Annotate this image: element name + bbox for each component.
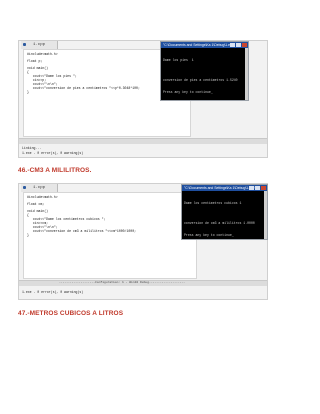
console-line: Press any key to continue_ xyxy=(163,90,213,94)
build-output: 1.exe - 0 error(s), 0 warning(s) xyxy=(19,287,267,299)
log-line: Linking... xyxy=(22,146,42,150)
code-line: void main() xyxy=(27,66,49,70)
maximize-icon[interactable] xyxy=(255,186,260,190)
scrollbar[interactable] xyxy=(245,48,248,100)
maximize-icon[interactable] xyxy=(236,43,241,47)
status-bar xyxy=(19,138,267,144)
console-line: conversion de cm3 a mililitros 1.0000 xyxy=(184,221,255,225)
tab-label: 1.cpp xyxy=(33,43,46,47)
console-window-2[interactable]: "C:\Documents and Settings\Ka 1\Debug\1.… xyxy=(181,184,268,240)
build-config-text: --------------------Configuration: 1 - W… xyxy=(59,281,186,284)
window-controls xyxy=(230,43,247,47)
code-line: } xyxy=(27,90,29,94)
log-line: 1.exe - 0 error(s), 0 warning(s) xyxy=(22,290,84,294)
editor-tab[interactable]: 1.cpp xyxy=(21,41,59,49)
code-line: #include<math.h> xyxy=(27,195,58,199)
console-output: Dame los centimetros cubicos 1 conversio… xyxy=(184,193,255,245)
console-line: conversion de pies a centimetros 1.5240 xyxy=(163,78,238,82)
file-icon xyxy=(23,186,26,189)
section-heading: 47.-METROS CUBICOS A LITROS xyxy=(18,310,124,317)
tab-label: 1.cpp xyxy=(33,186,46,190)
code-line: cout<<"conversion de pies a centimetros … xyxy=(27,86,140,90)
code-line: } xyxy=(27,233,29,237)
code-line: cout<<"conversion de cm3 a mililitros "<… xyxy=(27,229,137,233)
console-window-1[interactable]: "C:\Documents and Settings\Ka 1\Debug\1.… xyxy=(160,41,249,101)
minimize-icon[interactable] xyxy=(249,186,254,190)
file-icon xyxy=(23,43,26,46)
close-icon[interactable] xyxy=(242,43,247,47)
log-line: 1.exe - 0 error(s), 0 warning(s) xyxy=(22,151,84,155)
console-line: Press any key to continue_ xyxy=(184,233,234,237)
status-bar: --------------------Configuration: 1 - W… xyxy=(19,280,267,286)
scrollbar[interactable] xyxy=(264,191,267,239)
code-line: float cm; xyxy=(27,202,45,206)
editor-tab[interactable]: 1.cpp xyxy=(21,184,59,192)
close-icon[interactable] xyxy=(261,186,266,190)
minimize-icon[interactable] xyxy=(230,43,235,47)
console-line: Dame los centimetros cubicos 1 xyxy=(184,201,242,205)
code-line: #include<math.h> xyxy=(27,52,58,56)
code-line: float p; xyxy=(27,59,43,63)
code-editor[interactable]: #include<math.h> float cm; void main() {… xyxy=(23,192,197,279)
build-output: Linking... 1.exe - 0 error(s), 0 warning… xyxy=(19,145,267,157)
code-line: void main() xyxy=(27,209,49,213)
section-heading: 46.-CM3 A MILILITROS. xyxy=(18,167,92,174)
console-line: Dame los pies 1 xyxy=(163,58,194,62)
window-controls xyxy=(249,186,266,190)
console-output: Dame los pies 1 conversion de pies a cen… xyxy=(163,50,238,102)
